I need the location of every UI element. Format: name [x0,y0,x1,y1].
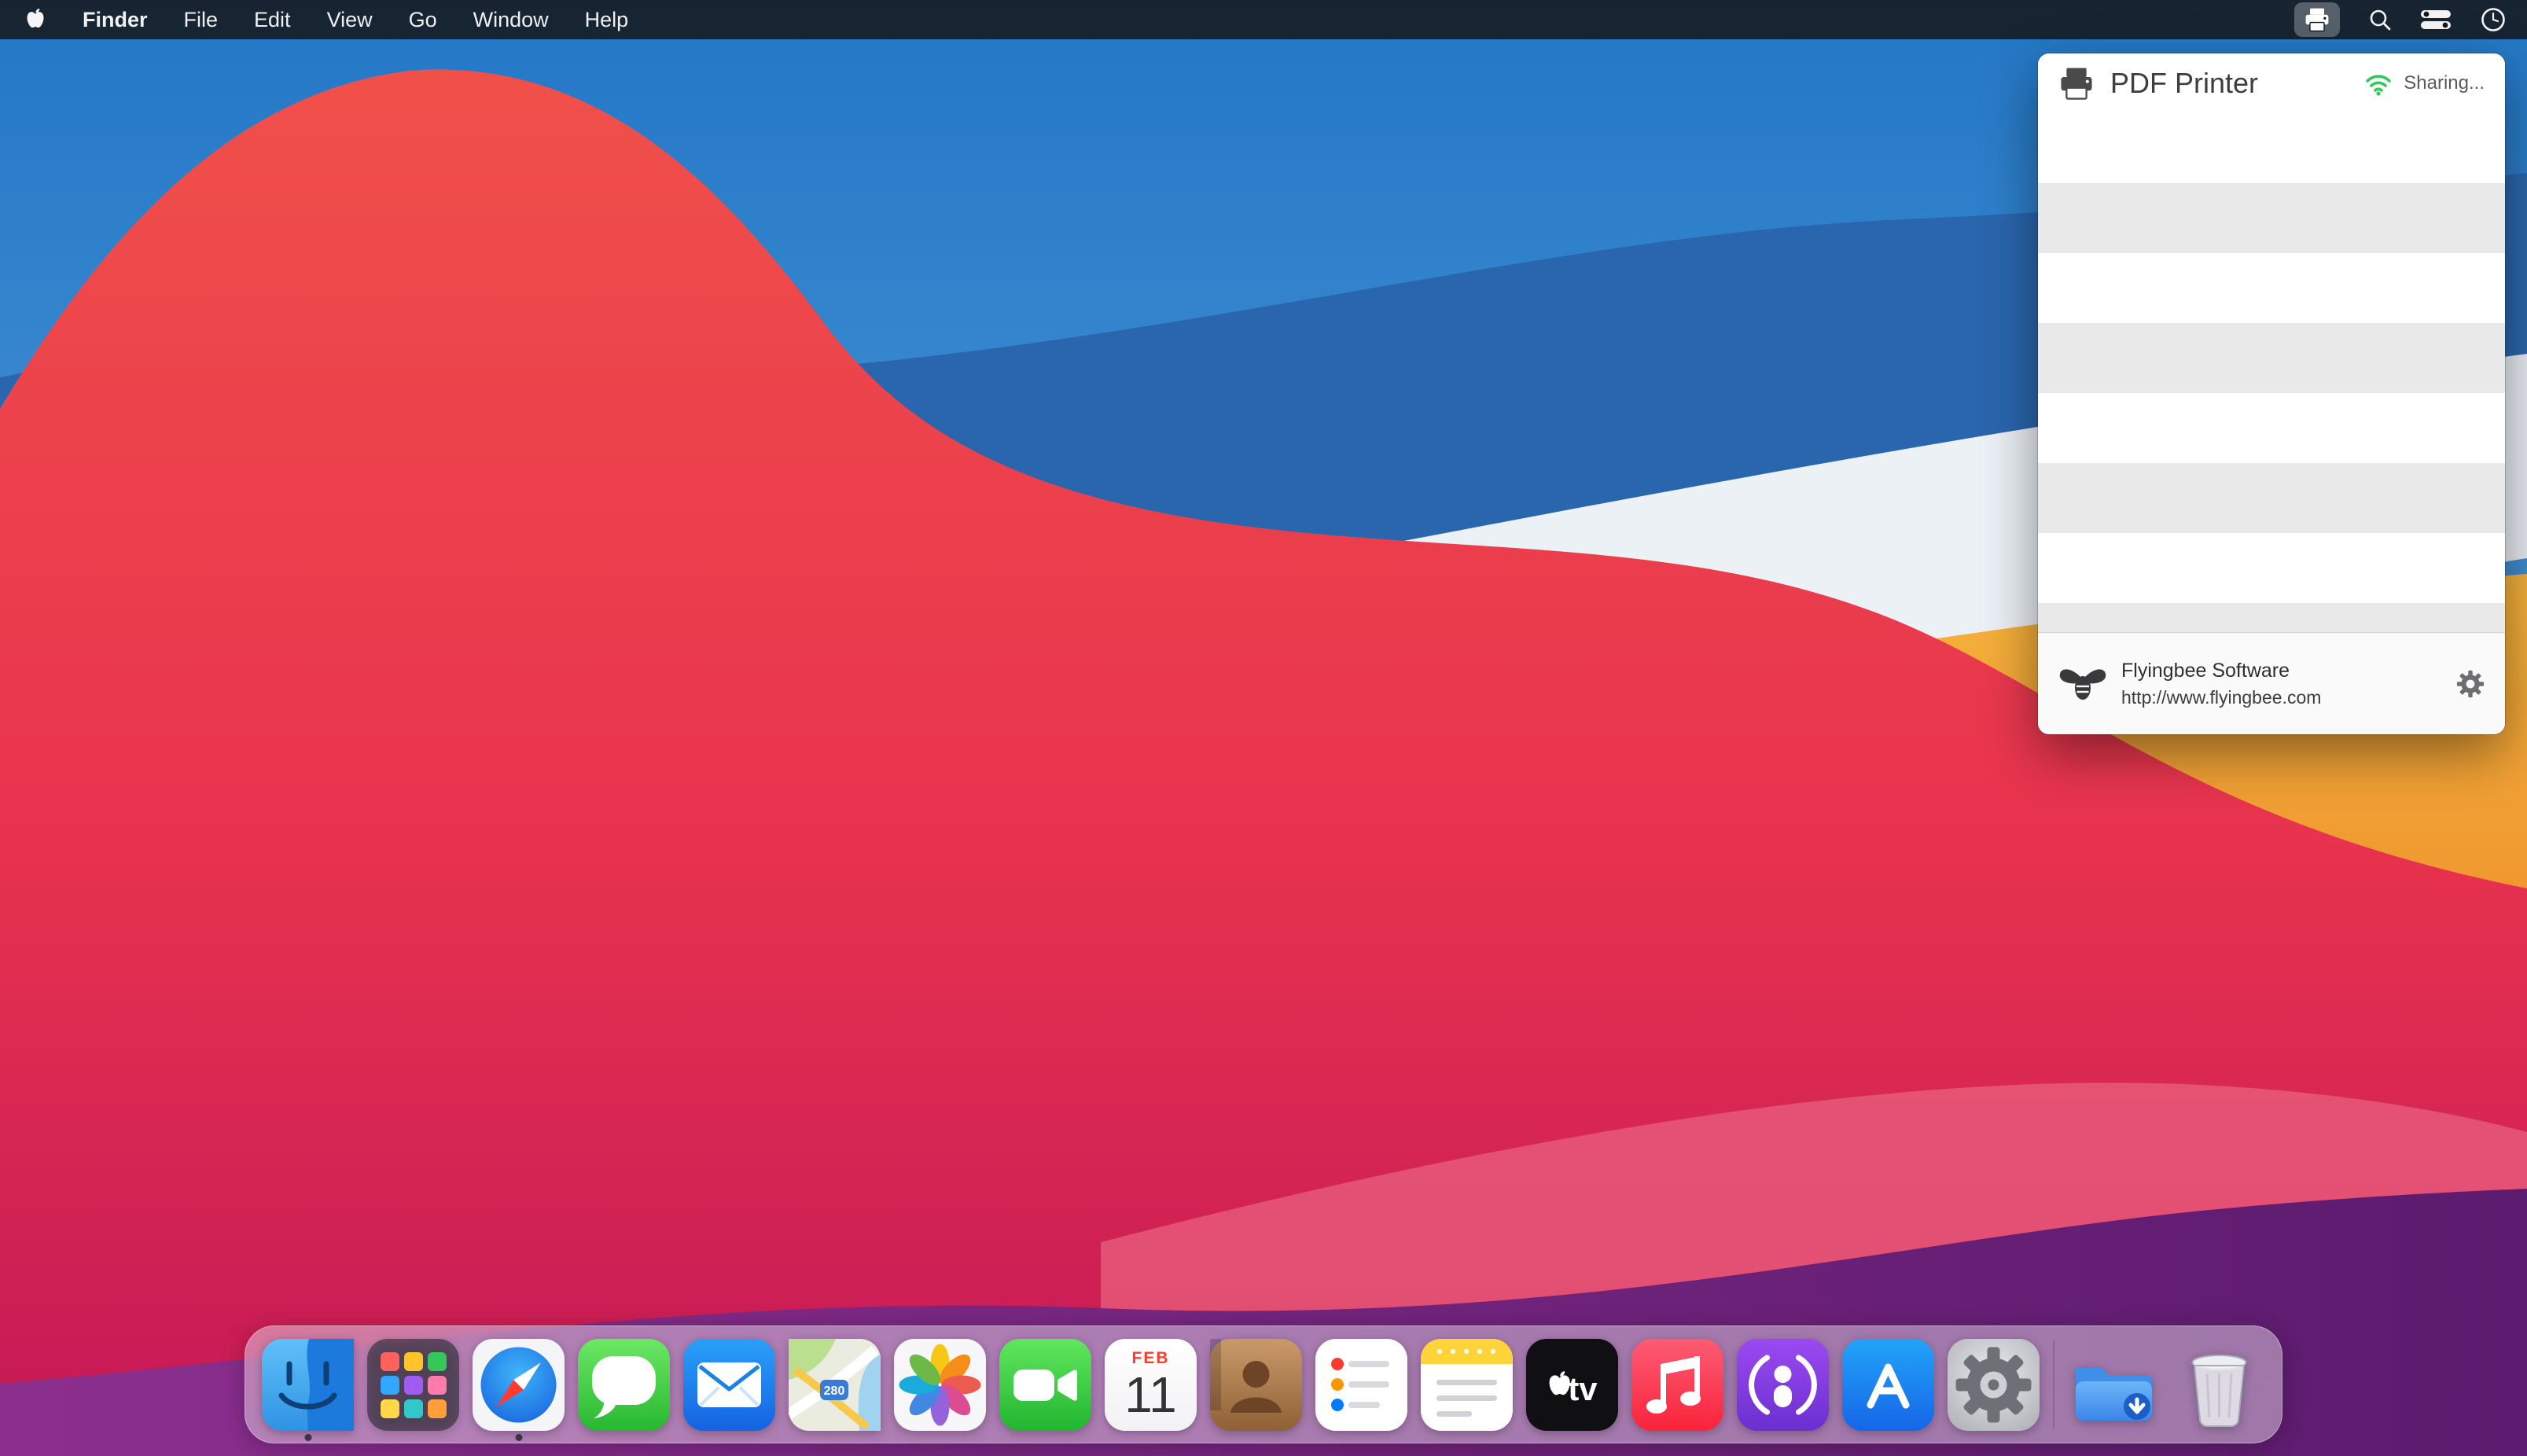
panel-title: PDF Printer [2110,67,2258,100]
control-center-menu-item[interactable] [2420,2,2452,37]
menu-item-view[interactable]: View [309,0,391,39]
vendor-url[interactable]: http://www.flyingbee.com [2121,687,2321,708]
clock-menu-item[interactable] [2480,2,2507,37]
dock-item-trash[interactable] [2173,1339,2265,1431]
calendar-icon: FEB 11 [1105,1339,1197,1431]
dock-item-contacts[interactable] [1210,1339,1302,1431]
pdf-printer-menu-item[interactable] [2294,2,2340,37]
pdf-printer-panel-header: PDF Printer Sharing... [2038,53,2505,113]
vendor-name: Flyingbee Software [2121,660,2321,682]
desktop: Finder File Edit View Go Window Help [0,0,2527,1456]
maps-route-badge: 280 [824,1384,845,1398]
dock-item-app-store[interactable] [1842,1339,1934,1431]
printer-icon [2303,6,2331,34]
wifi-sharing-icon [2363,71,2394,96]
menu-item-edit[interactable]: Edit [236,0,309,39]
apple-logo-icon [24,6,47,33]
tv-label: tv [1568,1370,1598,1407]
running-indicator [515,1434,522,1441]
menu-item-app[interactable]: Finder [64,0,166,39]
calendar-day: 11 [1124,1370,1176,1420]
list-row [2038,533,2505,603]
flyingbee-logo-icon [2058,666,2107,702]
list-row [2038,183,2505,253]
control-center-icon [2420,9,2452,30]
dock-item-photos[interactable] [894,1339,986,1431]
dock-item-tv[interactable]: tv [1526,1339,1618,1431]
sharing-status-label: Sharing... [2404,72,2485,94]
menu-item-file[interactable]: File [166,0,237,39]
list-row [2038,113,2505,183]
menu-item-help[interactable]: Help [567,0,647,39]
dock-item-reminders[interactable] [1315,1339,1407,1431]
clock-icon [2480,6,2507,33]
printer-icon [2058,65,2095,101]
dock-separator [2053,1340,2054,1428]
dock-item-system-preferences[interactable] [1948,1339,2040,1431]
list-row [2038,323,2505,393]
dock-item-maps[interactable]: 280 [789,1339,881,1431]
dock-item-calendar[interactable]: FEB 11 [1105,1339,1197,1431]
dock-item-launchpad[interactable] [367,1339,459,1431]
settings-button[interactable] [2456,670,2485,698]
dock-item-podcasts[interactable] [1737,1339,1829,1431]
running-indicator [304,1434,311,1441]
spotlight-menu-item[interactable] [2368,2,2392,37]
dock-item-downloads[interactable] [2068,1339,2160,1431]
printer-document-list[interactable] [2038,113,2505,634]
menu-bar: Finder File Edit View Go Window Help [0,0,2527,39]
gear-icon [2456,670,2485,698]
menu-item-go[interactable]: Go [391,0,455,39]
dock-item-mail[interactable] [683,1339,775,1431]
pdf-printer-panel: PDF Printer Sharing... [2038,53,2505,734]
dock-item-facetime[interactable] [999,1339,1091,1431]
list-row [2038,393,2505,463]
list-row [2038,463,2505,533]
dock-item-safari[interactable] [473,1339,565,1431]
apple-menu[interactable] [0,0,64,39]
dock-item-music[interactable] [1631,1339,1723,1431]
search-icon [2368,8,2392,31]
list-row [2038,603,2505,634]
dock-item-finder[interactable] [262,1339,354,1431]
panel-footer: Flyingbee Software http://www.flyingbee.… [2038,632,2505,734]
calendar-month: FEB [1132,1349,1170,1368]
dock-item-notes[interactable] [1421,1339,1513,1431]
list-row [2038,253,2505,323]
dock: 280 [245,1325,2282,1443]
menu-item-window[interactable]: Window [455,0,567,39]
dock-item-messages[interactable] [578,1339,670,1431]
